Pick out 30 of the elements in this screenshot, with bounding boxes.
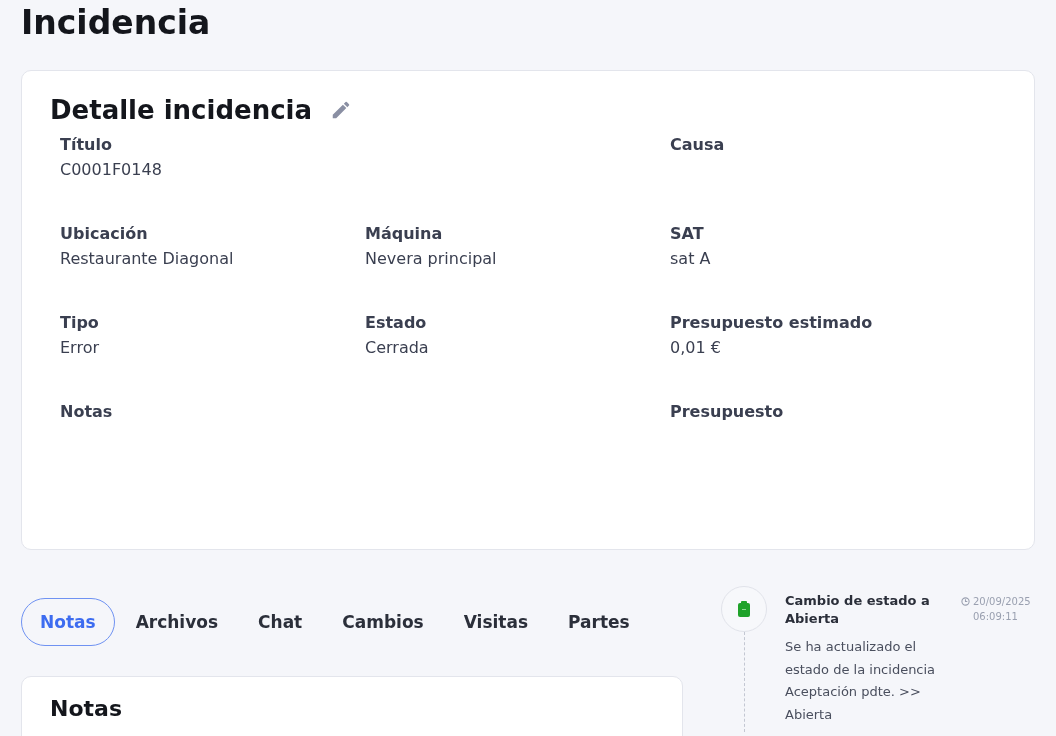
field-label: Presupuesto estimado [670, 313, 874, 332]
card-title: Notas [50, 696, 122, 721]
field-value: C0001F0148 [60, 160, 163, 179]
field-label: Máquina [365, 224, 444, 243]
tab[interactable]: Cambios [323, 598, 443, 646]
field-value: sat A [670, 249, 712, 268]
field-label: Estado [365, 313, 428, 332]
field-label: Tipo [60, 313, 100, 332]
field-label: SAT [670, 224, 705, 243]
field-value: 0,01 € [670, 338, 722, 357]
field-label: Título [60, 135, 113, 154]
tab[interactable]: Chat [239, 598, 322, 646]
field-label: Causa [670, 135, 726, 154]
event-title: Cambio de estado a Abierta [785, 592, 931, 628]
tab[interactable]: Archivos [116, 598, 238, 646]
field-value: Restaurante Diagonal [60, 249, 235, 268]
field-label: Ubicación [60, 224, 149, 243]
page-title: Incidencia [21, 2, 212, 44]
card-title: Detalle incidencia [50, 95, 313, 125]
event-description: Se ha actualizado el estado de la incidencia Aceptación pdte. >> Abierta [785, 638, 937, 724]
event-time: 20/09/2025 06:09:11 [973, 595, 1031, 624]
field-value: Nevera principal [365, 249, 498, 268]
field-value: Cerrada [365, 338, 430, 357]
clipboard-icon [738, 601, 750, 617]
tab[interactable]: Visitas [444, 598, 548, 646]
clock-icon [961, 597, 970, 606]
tab[interactable]: Partes [549, 598, 649, 646]
field-label: Presupuesto [670, 402, 785, 421]
field-value: Error [60, 338, 100, 357]
field-label: Notas [60, 402, 114, 421]
